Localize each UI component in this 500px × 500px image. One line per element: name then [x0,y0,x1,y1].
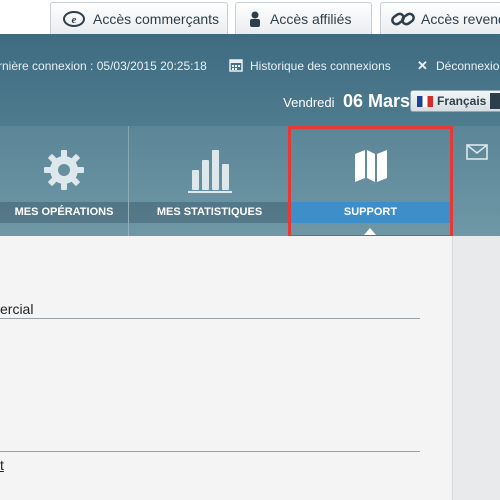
connection-info-line: rnière connexion : 05/03/2015 20:25:18 H… [0,58,500,75]
header: rnière connexion : 05/03/2015 20:25:18 H… [0,34,500,126]
person-icon [248,11,262,27]
divider [0,451,420,452]
svg-text:e: e [72,14,77,26]
menu-label: MES OPÉRATIONS [14,206,114,218]
language-label: Français [437,94,487,108]
content-row-link[interactable]: t [0,457,4,473]
date-label: 06 Mars [342,91,410,111]
current-date: Vendredi 06 Mars [283,91,410,112]
active-caret [364,228,376,235]
link-icon [391,10,415,28]
bar-chart-icon [129,148,290,194]
chevron-down-icon[interactable] [490,93,500,109]
last-connection-text: rnière connexion : 05/03/2015 20:25:18 [0,59,207,73]
tab-acces-revendeurs[interactable]: Accès revend [380,2,500,34]
tab-acces-affilies[interactable]: Accès affiliés [235,2,372,34]
menu-item-operations[interactable]: MES OPÉRATIONS [0,126,128,236]
menu-item-statistiques[interactable]: MES STATISTIQUES [129,126,290,236]
logout-link[interactable]: Déconnexio [436,59,499,73]
top-tab-bar: e Accès commerçants Accès affiliés Accès… [0,0,500,34]
envelope-icon[interactable] [466,144,488,165]
gear-icon [0,148,128,192]
history-link[interactable]: Historique des connexions [250,59,391,73]
menu-label: MES STATISTIQUES [156,206,263,218]
tab-label: Accès revend [421,10,500,27]
day-label: Vendredi [283,95,335,110]
right-sidebar [452,236,500,500]
calendar-icon [229,58,243,75]
tab-acces-commercants[interactable]: e Accès commerçants [50,2,228,34]
content-row-heading: ercial [0,301,34,317]
support-highlight-box [288,126,453,238]
main-content: ercial t [0,236,452,500]
french-flag-icon [417,95,433,107]
tab-label: Accès commerçants [93,10,220,27]
language-select[interactable]: Français [410,90,500,112]
divider [0,318,420,319]
e-logo-icon: e [63,10,85,27]
tab-label: Accès affiliés [270,10,352,27]
close-icon: ✕ [417,58,428,73]
